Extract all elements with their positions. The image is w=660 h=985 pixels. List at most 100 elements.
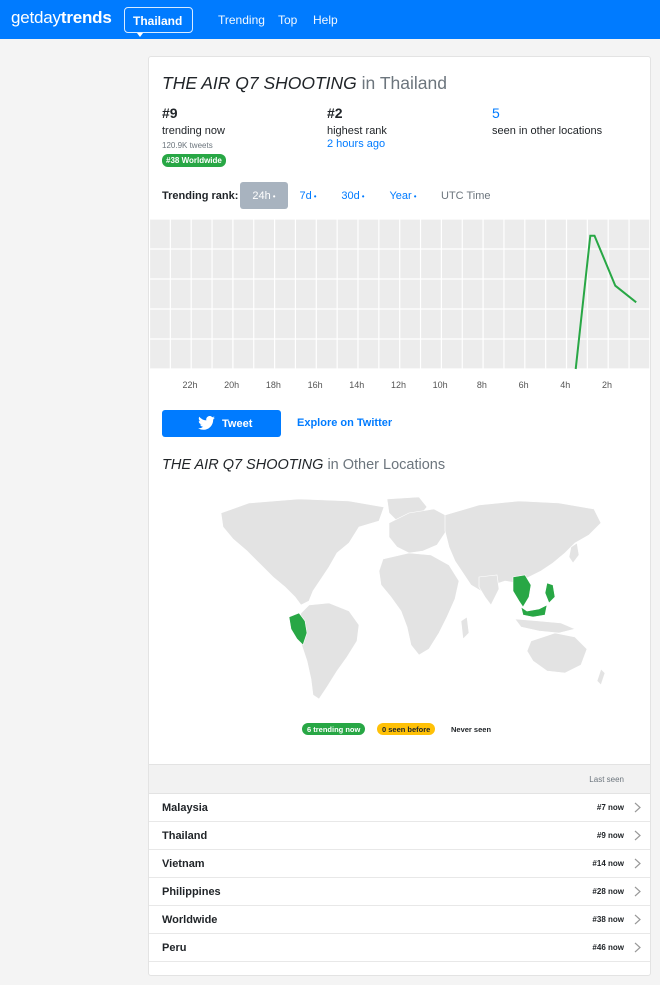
- location-name: Philippines: [162, 886, 221, 898]
- location-name: Malaysia: [162, 802, 208, 814]
- map-region-north-america: [220, 498, 385, 606]
- caret-down-icon: [137, 32, 143, 37]
- trend-card: THE AIR Q7 SHOOTING in Thailand #9 trend…: [148, 56, 651, 976]
- tweet-button[interactable]: Tweet: [162, 410, 281, 437]
- legend-trending-now: 6 trending now: [302, 723, 366, 735]
- chart-x-tick-label: 4h: [560, 380, 570, 390]
- location-rank: #14 now: [592, 859, 624, 868]
- location-dropdown-button[interactable]: Thailand: [124, 7, 193, 37]
- explore-on-twitter-link[interactable]: Explore on Twitter: [297, 417, 392, 429]
- map-region-malaysia-highlight: [520, 604, 548, 618]
- chart-x-tick-label: 10h: [433, 380, 448, 390]
- dot-icon: •: [313, 192, 317, 201]
- rank-filter-year-label: Year: [389, 190, 412, 202]
- brand-logo[interactable]: getdaytrends: [11, 8, 112, 28]
- rank-filter-30d-label: 30d: [341, 190, 360, 202]
- dot-icon: •: [272, 192, 276, 201]
- location-name: Worldwide: [162, 914, 218, 926]
- highest-rank-time-link[interactable]: 2 hours ago: [327, 138, 387, 150]
- other-locations-suffix: in Other Locations: [327, 457, 446, 473]
- chevron-right-icon: [634, 942, 641, 953]
- other-locations-trend-name: THE AIR Q7 SHOOTING: [162, 457, 324, 473]
- map-region-indonesia: [514, 618, 576, 634]
- location-row-vietnam[interactable]: Vietnam #14 now: [149, 850, 650, 878]
- chart-x-tick-label: 20h: [224, 380, 239, 390]
- last-seen-header: Last seen: [589, 775, 624, 784]
- navbar: getdaytrends Thailand Trending Top Help: [0, 0, 660, 39]
- map-region-australia: [526, 632, 588, 674]
- location-row-philippines[interactable]: Philippines #28 now: [149, 878, 650, 906]
- stat-current: #9 trending now 120.9K tweets #38 Worldw…: [162, 105, 226, 168]
- location-name: Thailand: [162, 830, 208, 842]
- other-locations-count[interactable]: 5: [492, 105, 602, 121]
- worldwide-rank-badge[interactable]: #38 Worldwide: [162, 154, 226, 167]
- legend-never-seen: Never seen: [451, 725, 492, 734]
- brand-part-day: day: [34, 8, 61, 27]
- trend-title: THE AIR Q7 SHOOTING in Thailand: [162, 73, 447, 94]
- tweet-count: 120.9K tweets: [162, 141, 213, 150]
- rank-filter-30d[interactable]: 30d •: [336, 182, 370, 209]
- location-dropdown-label: Thailand: [133, 14, 183, 28]
- rank-filter-24h-label: 24h: [252, 190, 271, 202]
- utc-time-toggle[interactable]: UTC Time: [441, 190, 491, 202]
- chevron-right-icon: [634, 914, 641, 925]
- location-name: Peru: [162, 942, 187, 954]
- current-rank: #9: [162, 105, 178, 121]
- rank-filter-24h[interactable]: 24h •: [240, 182, 288, 209]
- location-name: Vietnam: [162, 858, 205, 870]
- rank-filter: Trending rank: 24h • 7d • 30d • Year • UTC T…: [162, 181, 642, 209]
- rank-filter-year[interactable]: Year •: [384, 182, 422, 209]
- chart-x-tick-label: 2h: [602, 380, 612, 390]
- location-rank: #9 now: [596, 831, 624, 840]
- location-rank: #38 now: [592, 915, 624, 924]
- rank-filter-7d[interactable]: 7d •: [293, 182, 323, 209]
- locations-table-header: Last seen: [149, 764, 650, 794]
- chart-x-tick-label: 8h: [477, 380, 487, 390]
- location-rank: #28 now: [592, 887, 624, 896]
- chevron-right-icon: [634, 886, 641, 897]
- location-row-worldwide[interactable]: Worldwide #38 now: [149, 906, 650, 934]
- map-region-new-zealand: [596, 668, 606, 686]
- map-region-south-america: [296, 602, 360, 700]
- world-map: [220, 496, 606, 700]
- rank-filter-label: Trending rank:: [162, 190, 239, 202]
- chevron-right-icon: [634, 858, 641, 869]
- nav-link-trending[interactable]: Trending: [218, 13, 265, 27]
- other-locations-title: THE AIR Q7 SHOOTING in Other Locations: [162, 457, 445, 473]
- stat-other-locations: 5 seen in other locations: [492, 105, 602, 137]
- nav-link-help[interactable]: Help: [313, 13, 338, 27]
- brand-part-trends: trends: [60, 8, 112, 27]
- current-rank-label: trending now: [162, 125, 225, 137]
- map-region-philippines-highlight: [544, 582, 556, 604]
- brand-part-get: get: [11, 8, 35, 27]
- chart-x-tick-label: 14h: [349, 380, 364, 390]
- location-rank: #46 now: [592, 943, 624, 952]
- rank-filter-7d-label: 7d: [299, 190, 312, 202]
- stat-highest: #2 highest rank 2 hours ago: [327, 105, 387, 150]
- trend-location-suffix: in Thailand: [361, 73, 447, 93]
- nav-link-top[interactable]: Top: [278, 13, 297, 27]
- location-rank: #7 now: [596, 803, 624, 812]
- chevron-right-icon: [634, 830, 641, 841]
- chart-x-tick-label: 12h: [391, 380, 406, 390]
- location-row-malaysia[interactable]: Malaysia #7 now: [149, 794, 650, 822]
- twitter-bird-icon: [198, 416, 215, 430]
- chart-x-tick-label: 18h: [266, 380, 281, 390]
- location-row-peru[interactable]: Peru #46 now: [149, 934, 650, 962]
- chart-x-tick-label: 16h: [308, 380, 323, 390]
- chevron-right-icon: [634, 802, 641, 813]
- map-region-madagascar: [460, 616, 470, 640]
- map-region-india: [478, 574, 500, 606]
- location-row-thailand[interactable]: Thailand #9 now: [149, 822, 650, 850]
- highest-rank: #2: [327, 105, 343, 121]
- rank-chart: 22h 20h 18h 16h 14h 12h 10h 8h 6h 4h 2h: [149, 219, 650, 390]
- tweet-button-label: Tweet: [222, 418, 253, 430]
- other-locations-label: seen in other locations: [492, 125, 603, 137]
- dot-icon: •: [361, 192, 365, 201]
- trend-name: THE AIR Q7 SHOOTING: [162, 73, 357, 93]
- map-region-africa: [378, 552, 460, 656]
- map-region-southeast-asia-highlight: [512, 574, 532, 608]
- dot-icon: •: [413, 192, 417, 201]
- chart-x-tick-label: 22h: [182, 380, 197, 390]
- chart-x-tick-label: 6h: [519, 380, 529, 390]
